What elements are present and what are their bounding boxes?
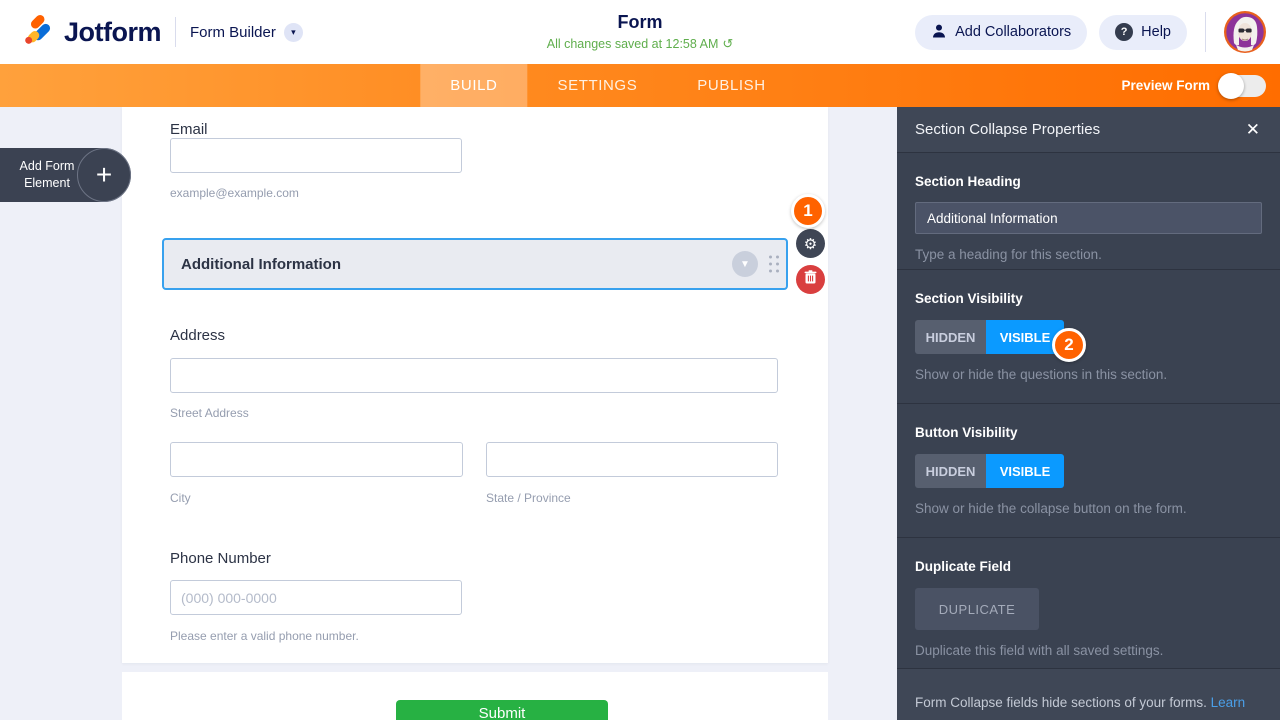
preview-form-label: Preview Form <box>1121 78 1210 93</box>
section-collapse-properties-panel: Section Collapse Properties ✕ Section He… <box>897 107 1280 720</box>
builder-workspace: Add Form Element + Email example@example… <box>0 107 1280 720</box>
panel-header: Section Collapse Properties ✕ <box>897 107 1280 153</box>
button-visibility-group: Button Visibility HIDDEN VISIBLE Show or… <box>897 404 1280 538</box>
section-collapse-title: Additional Information <box>181 255 341 273</box>
drag-handle-icon[interactable] <box>769 255 779 273</box>
button-visibility-hidden-button[interactable]: HIDDEN <box>915 454 986 488</box>
add-form-element-label: Add Form Element <box>19 159 75 190</box>
user-avatar[interactable] <box>1224 11 1266 53</box>
button-visibility-helper: Show or hide the collapse button on the … <box>915 501 1187 516</box>
duplicate-button[interactable]: DUPLICATE <box>915 588 1039 630</box>
top-header: Jotform Form Builder ▾ Form All changes … <box>0 0 1280 64</box>
city-sublabel: City <box>170 491 191 505</box>
section-visibility-toggle: HIDDEN VISIBLE <box>915 320 1262 354</box>
form-builder-label: Form Builder <box>190 23 276 41</box>
phone-input[interactable] <box>170 580 462 615</box>
jotform-logo-icon <box>22 13 55 51</box>
jotform-logo[interactable]: Jotform <box>22 13 162 51</box>
add-collaborators-label: Add Collaborators <box>955 24 1072 40</box>
jotform-form-builder: Jotform Form Builder ▾ Form All changes … <box>0 0 1280 720</box>
section-visibility-helper: Show or hide the questions in this secti… <box>915 367 1168 382</box>
section-visibility-hidden-button[interactable]: HIDDEN <box>915 320 986 354</box>
tab-settings[interactable]: SETTINGS <box>527 64 667 107</box>
form-canvas: Email example@example.com Additional Inf… <box>122 107 828 663</box>
gear-icon: ⚙ <box>803 235 818 253</box>
tab-publish[interactable]: PUBLISH <box>667 64 795 107</box>
builder-nav-bar: BUILD SETTINGS PUBLISH Preview Form <box>0 64 1280 107</box>
section-heading-input[interactable] <box>915 202 1262 234</box>
close-icon[interactable]: ✕ <box>1246 121 1260 138</box>
tab-build[interactable]: BUILD <box>420 64 528 107</box>
panel-title: Section Collapse Properties <box>915 121 1101 138</box>
form-title[interactable]: Form <box>547 12 734 34</box>
state-input[interactable] <box>486 442 778 477</box>
button-visibility-visible-button[interactable]: VISIBLE <box>986 454 1064 488</box>
plus-icon: + <box>77 148 131 202</box>
annotation-step-1: 1 <box>791 194 825 228</box>
add-form-element-button[interactable]: Add Form Element + <box>0 148 131 202</box>
submit-button[interactable]: Submit <box>396 700 608 720</box>
trash-icon <box>804 270 817 289</box>
jotform-wordmark: Jotform <box>64 16 162 47</box>
chevron-down-icon: ▾ <box>283 22 303 42</box>
field-delete-button[interactable] <box>796 265 825 294</box>
phone-label: Phone Number <box>170 550 271 567</box>
section-heading-helper: Type a heading for this section. <box>915 247 1102 262</box>
save-status: All changes saved at 12:58 AM ↺ <box>547 36 734 52</box>
collapse-chevron-icon[interactable]: ▼ <box>732 251 758 277</box>
section-visibility-label: Section Visibility <box>915 291 1023 306</box>
section-collapse-field[interactable]: Additional Information ▼ <box>162 238 788 290</box>
footer-learn-link[interactable]: Learn <box>1211 695 1246 710</box>
builder-tabs: BUILD SETTINGS PUBLISH <box>420 64 795 107</box>
header-divider <box>1205 12 1206 52</box>
button-visibility-toggle: HIDDEN VISIBLE <box>915 454 1262 488</box>
section-visibility-group: Section Visibility HIDDEN VISIBLE Show o… <box>897 270 1280 404</box>
preview-form-toggle[interactable] <box>1218 72 1266 99</box>
preview-form-control: Preview Form <box>1121 64 1266 107</box>
address-label: Address <box>170 327 226 344</box>
email-input[interactable] <box>170 138 462 173</box>
form-builder-menu[interactable]: Form Builder ▾ <box>190 22 303 42</box>
header-right: Add Collaborators ? Help <box>915 11 1280 53</box>
email-label: Email <box>170 121 208 138</box>
footer-text: Form Collapse fields hide sections of yo… <box>915 695 1207 710</box>
help-icon: ? <box>1115 23 1134 41</box>
section-heading-group: Section Heading Type a heading for this … <box>897 153 1280 270</box>
header-divider <box>175 17 176 47</box>
email-helper: example@example.com <box>170 186 299 200</box>
submit-section: Submit <box>122 672 828 720</box>
undo-icon[interactable]: ↺ <box>722 36 733 52</box>
section-heading-label: Section Heading <box>915 174 1021 189</box>
field-settings-button[interactable]: ⚙ <box>796 229 825 258</box>
street-address-sublabel: Street Address <box>170 406 249 420</box>
help-button[interactable]: ? Help <box>1099 14 1187 50</box>
add-collaborators-button[interactable]: Add Collaborators <box>915 14 1088 50</box>
state-sublabel: State / Province <box>486 491 571 505</box>
header-center: Form All changes saved at 12:58 AM ↺ <box>547 12 734 53</box>
duplicate-field-group: Duplicate Field DUPLICATE Duplicate this… <box>897 538 1280 669</box>
save-status-text: All changes saved at 12:58 AM <box>546 37 719 52</box>
city-input[interactable] <box>170 442 463 477</box>
duplicate-helper: Duplicate this field with all saved sett… <box>915 643 1164 658</box>
panel-footer: Form Collapse fields hide sections of yo… <box>897 669 1280 720</box>
button-visibility-label: Button Visibility <box>915 425 1018 440</box>
annotation-step-2: 2 <box>1052 328 1086 362</box>
duplicate-field-label: Duplicate Field <box>915 559 1012 574</box>
street-address-input[interactable] <box>170 358 778 393</box>
phone-helper: Please enter a valid phone number. <box>170 629 359 643</box>
header-left: Jotform Form Builder ▾ <box>0 13 303 51</box>
help-label: Help <box>1141 24 1171 40</box>
person-icon <box>931 23 947 42</box>
toggle-knob <box>1218 72 1244 99</box>
